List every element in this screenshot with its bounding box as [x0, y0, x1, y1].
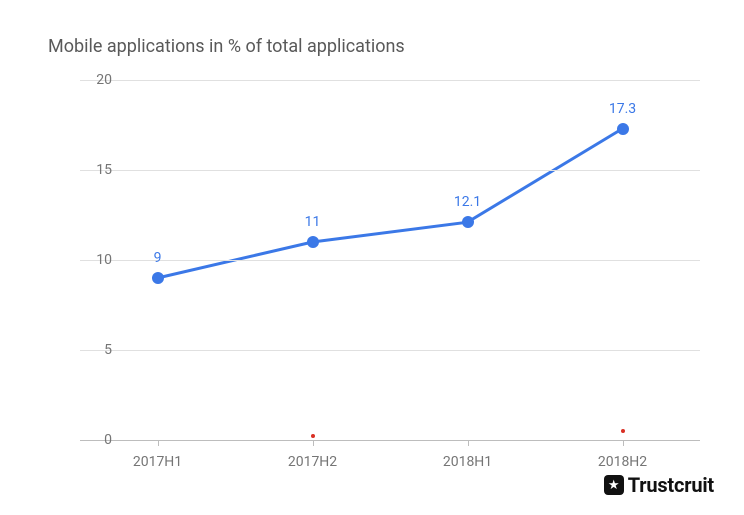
x-tick-label: 2018H2 [598, 454, 647, 470]
brand-name: Trustcruit [628, 473, 714, 497]
star-icon: ★ [604, 475, 624, 495]
x-tick-mark [468, 440, 469, 446]
data-label: 11 [305, 214, 321, 230]
x-tick-label: 2017H1 [133, 454, 182, 470]
x-tick-label: 2018H1 [443, 454, 492, 470]
x-tick-mark [623, 440, 624, 446]
data-label: 17.3 [609, 101, 636, 117]
chart-title: Mobile applications in % of total applic… [48, 36, 405, 57]
y-tick-label: 10 [96, 252, 112, 268]
data-point [311, 434, 315, 438]
grid-line [80, 260, 700, 261]
data-point [152, 272, 164, 284]
y-tick-label: 0 [104, 432, 112, 448]
x-tick-label: 2017H2 [288, 454, 337, 470]
grid-line [80, 80, 700, 81]
grid-line [80, 170, 700, 171]
data-point [307, 236, 319, 248]
y-tick-label: 20 [96, 72, 112, 88]
y-tick-label: 15 [96, 162, 112, 178]
x-tick-mark [313, 440, 314, 446]
series-line [158, 129, 623, 278]
plot-area: 9 11 12.1 17.3 [80, 80, 700, 440]
data-label: 9 [154, 250, 162, 266]
data-point [462, 216, 474, 228]
x-axis-line [80, 440, 700, 441]
x-tick-mark [158, 440, 159, 446]
data-point [617, 123, 629, 135]
y-tick-label: 5 [104, 342, 112, 358]
brand-logo: ★ Trustcruit [604, 473, 714, 497]
data-point [621, 429, 625, 433]
data-label: 12.1 [454, 194, 481, 210]
grid-line [80, 350, 700, 351]
